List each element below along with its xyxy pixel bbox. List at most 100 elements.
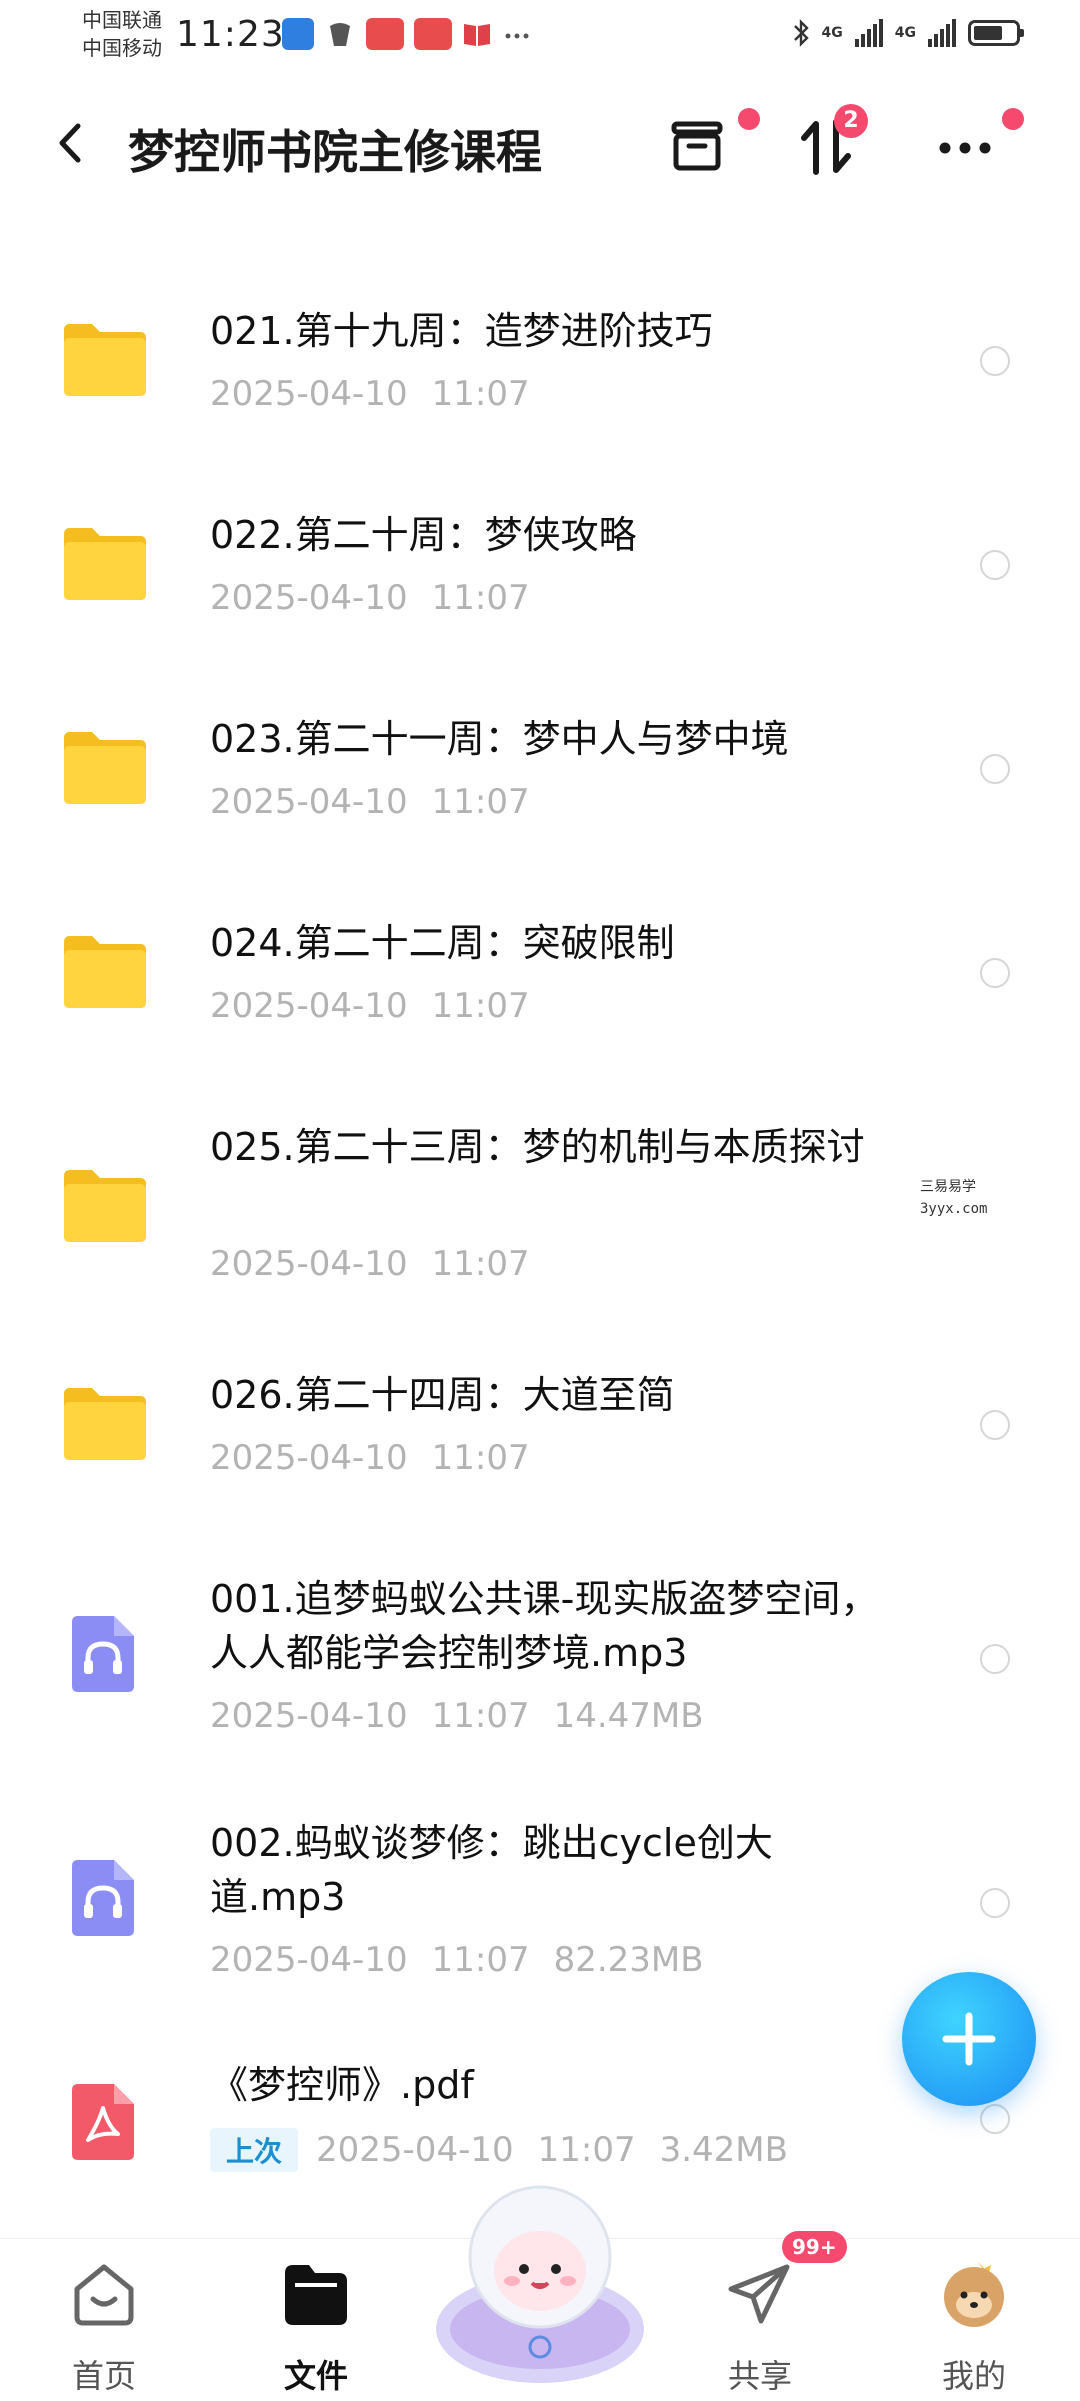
file-time: 11:07 <box>431 1696 530 1736</box>
file-time: 11:07 <box>431 1244 530 1284</box>
select-radio[interactable] <box>980 2104 1010 2134</box>
select-radio[interactable] <box>980 958 1010 988</box>
status-time: 11:23 <box>176 14 285 55</box>
file-meta: 2025-04-10 11:07 14.47MB <box>210 1696 704 1736</box>
file-meta: 2025-04-10 11:07 <box>210 578 530 618</box>
network-type-2: 4G <box>894 25 916 41</box>
last-opened-tag: 上次 <box>210 2128 299 2172</box>
folder-icon <box>64 732 146 804</box>
signal-strength-icon <box>928 19 956 47</box>
file-name: 022.第二十周：梦侠攻略 <box>210 513 637 557</box>
file-size: 3.42MB <box>659 2130 788 2170</box>
more-button[interactable] <box>930 108 1024 182</box>
select-radio[interactable] <box>980 550 1010 580</box>
file-name: 002.蚂蚁谈梦修：跳出cycle创大道.mp3 <box>210 1821 773 1919</box>
status-bar: 中国联通 中国移动 11:23 4G 4G <box>0 0 1080 80</box>
page-title: 梦控师书院主修课程 <box>128 125 542 179</box>
book-notification-icon <box>464 24 490 46</box>
file-meta: 上次 2025-04-10 11:07 3.42MB <box>210 2128 788 2172</box>
plus-icon <box>942 2012 996 2066</box>
file-time: 11:07 <box>431 578 530 618</box>
file-time: 11:07 <box>537 2130 636 2170</box>
file-time: 11:07 <box>431 1438 530 1478</box>
file-meta: 2025-04-10 11:07 <box>210 986 530 1026</box>
nav-files-label: 文件 <box>283 2357 348 2395</box>
file-name: 021.第十九周：造梦进阶技巧 <box>210 309 713 353</box>
file-time: 11:07 <box>431 374 530 414</box>
file-date: 2025-04-10 <box>210 578 408 618</box>
watermark-line-1: 三易易学 <box>920 1179 976 1195</box>
app-notification-icon <box>414 18 452 50</box>
folder-icon <box>64 528 146 600</box>
file-date: 2025-04-10 <box>210 1244 408 1284</box>
battery-fill <box>974 26 1002 40</box>
file-name: 023.第二十一周：梦中人与梦中境 <box>210 717 789 761</box>
files-icon <box>285 2265 347 2325</box>
archive-button[interactable] <box>662 108 760 182</box>
avatar <box>944 2261 1004 2327</box>
file-meta: 2025-04-10 11:07 <box>210 1438 530 1478</box>
carrier-labels: 中国联通 中国移动 <box>82 6 162 62</box>
status-indicators: 4G 4G <box>792 18 1024 48</box>
folder-icon <box>64 936 146 1008</box>
select-radio[interactable] <box>980 1888 1010 1918</box>
file-date: 2025-04-10 <box>210 374 408 414</box>
select-radio[interactable] <box>980 1644 1010 1674</box>
add-button[interactable] <box>902 1972 1036 2106</box>
archive-icon <box>671 121 723 171</box>
notification-dot <box>1002 108 1024 130</box>
file-name: 001.追梦蚂蚁公共课-现实版盗梦空间，人人都能学会控制梦境.mp3 <box>210 1577 879 1675</box>
file-meta: 2025-04-10 11:07 <box>210 374 530 414</box>
file-date: 2025-04-10 <box>210 1696 408 1736</box>
app-notification-icon <box>282 18 314 50</box>
signal-strength-icon <box>854 19 883 47</box>
more-icon <box>939 142 991 154</box>
pdf-file-icon <box>72 2084 134 2160</box>
battery-icon <box>968 20 1024 46</box>
more-notifications-icon <box>505 33 529 39</box>
select-radio[interactable] <box>980 346 1010 376</box>
file-time: 11:07 <box>431 1940 530 1980</box>
file-meta: 2025-04-10 11:07 82.23MB <box>210 1940 704 1980</box>
carrier-2: 中国移动 <box>82 36 162 60</box>
bottom-navigation: 首页 文件 99+ 共享 我的 <box>0 2185 1080 2401</box>
select-radio[interactable] <box>980 1410 1010 1440</box>
notification-dot <box>738 108 760 130</box>
file-name: 025.第二十三周：梦的机制与本质探讨 <box>210 1125 865 1169</box>
folder-icon <box>64 1388 146 1460</box>
nav-mine-label: 我的 <box>941 2357 1006 2395</box>
file-size: 82.23MB <box>553 1940 704 1980</box>
file-date: 2025-04-10 <box>316 2130 514 2170</box>
audio-file-icon <box>72 1616 134 1692</box>
watermark: 三易易学 3yyx.com <box>920 1176 987 1220</box>
nav-home-label: 首页 <box>71 2357 136 2395</box>
notification-icons <box>282 18 532 50</box>
file-size: 14.47MB <box>553 1696 704 1736</box>
sort-button[interactable]: 2 <box>792 104 868 182</box>
mascot-icon[interactable] <box>428 2179 652 2389</box>
folder-icon <box>64 1170 146 1242</box>
file-meta: 2025-04-10 11:07 <box>210 782 530 822</box>
paper-plane-icon <box>728 2264 790 2324</box>
file-time: 11:07 <box>431 782 530 822</box>
watermark-line-2: 3yyx.com <box>920 1201 988 1217</box>
carrier-1: 中国联通 <box>82 8 162 32</box>
app-notification-icon <box>330 23 350 46</box>
file-date: 2025-04-10 <box>210 782 408 822</box>
file-date: 2025-04-10 <box>210 1940 408 1980</box>
file-name: 026.第二十四周：大道至简 <box>210 1373 675 1417</box>
app-header: 梦控师书院主修课程 2 <box>0 90 1080 200</box>
home-icon <box>74 2264 134 2326</box>
select-radio[interactable] <box>980 754 1010 784</box>
file-time: 11:07 <box>431 986 530 1026</box>
nav-share-label: 共享 <box>727 2357 792 2395</box>
file-date: 2025-04-10 <box>210 1438 408 1478</box>
bluetooth-icon <box>793 19 809 47</box>
sort-badge: 2 <box>834 104 868 138</box>
audio-file-icon <box>72 1860 134 1936</box>
file-name: 024.第二十二周：突破限制 <box>210 921 675 965</box>
app-notification-icon <box>366 18 404 50</box>
back-icon[interactable] <box>50 118 90 168</box>
folder-icon <box>64 324 146 396</box>
network-type-1: 4G <box>821 25 843 41</box>
